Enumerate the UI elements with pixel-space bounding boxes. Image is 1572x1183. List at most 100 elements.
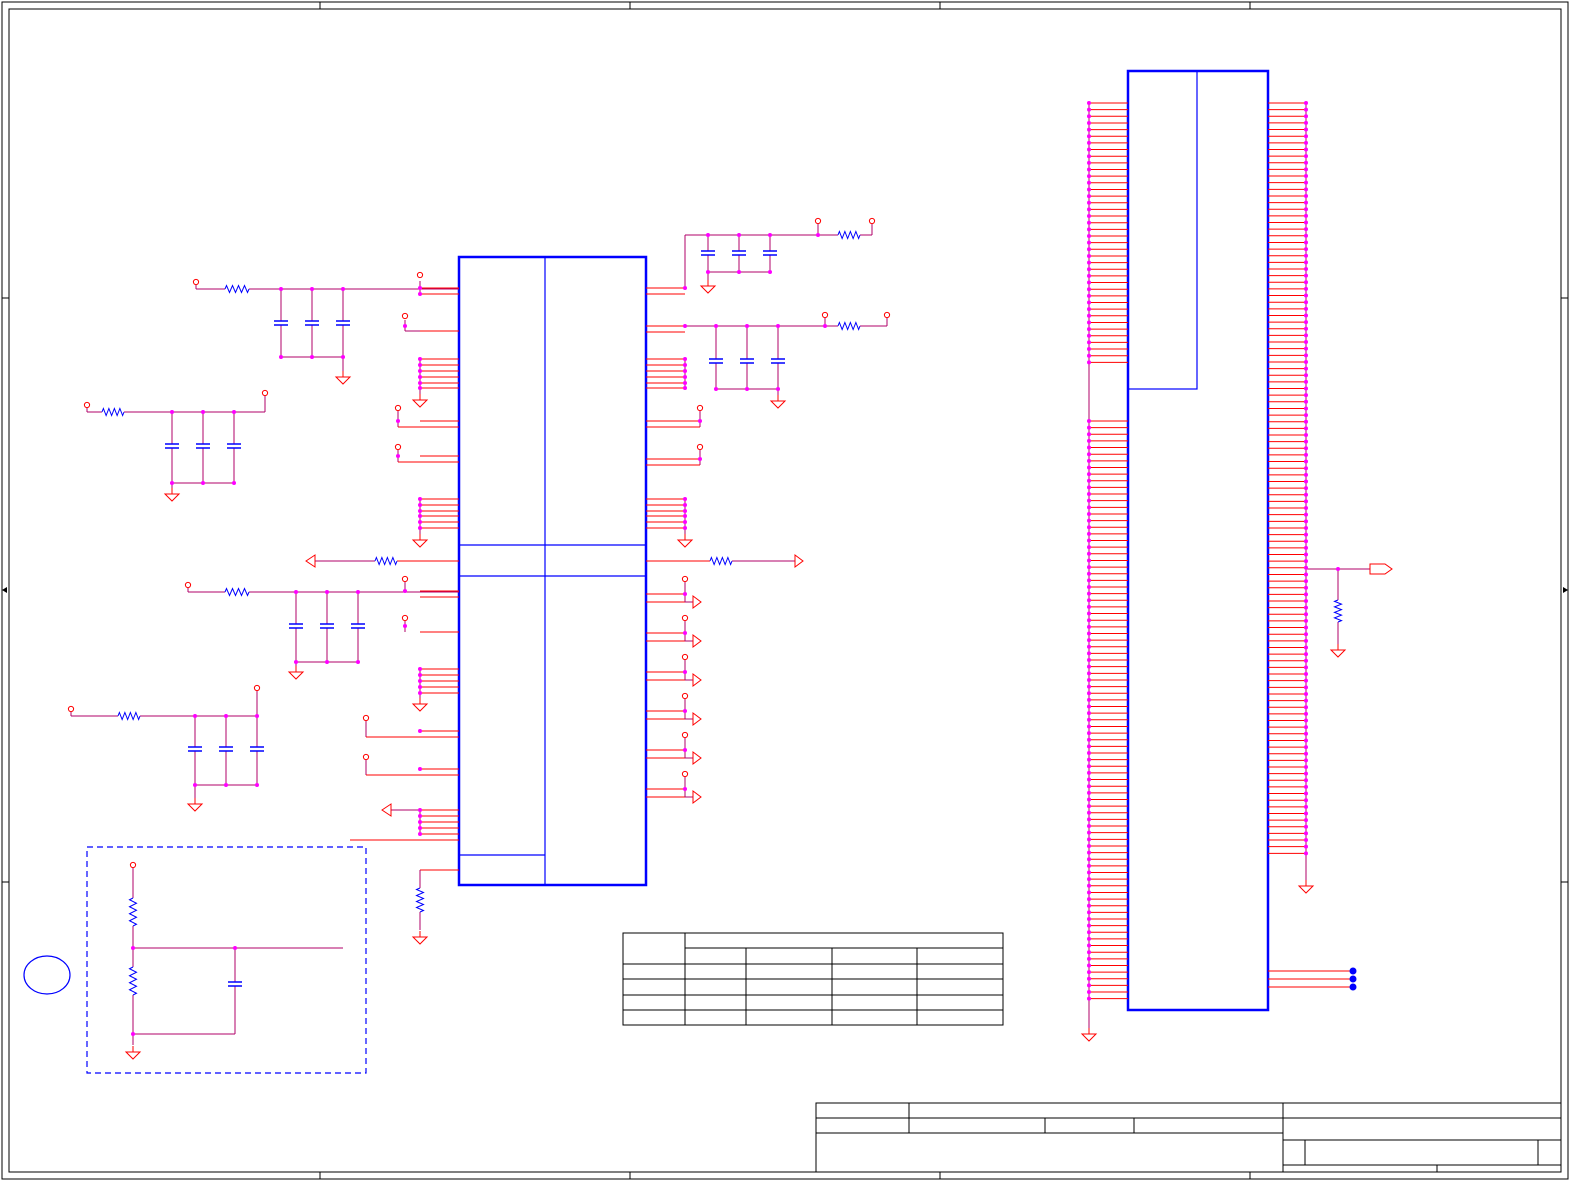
ground-symbol [411,539,429,548]
junction-dot [1087,751,1091,755]
junction-dot [1087,160,1091,165]
junction-dot [1304,413,1308,418]
junction-dot [341,355,345,359]
junction-dot [418,381,422,385]
power-terminal [83,401,91,409]
junction-dot [683,592,687,596]
junction-dot [1087,843,1091,848]
junction-dot [418,509,422,513]
junction-dot [310,287,314,291]
config-table [622,932,1004,1026]
junction-dot [1087,717,1091,722]
junction-dot [1304,559,1308,564]
junction-dot [418,826,422,830]
connector-ic-body [1126,69,1270,1012]
junction-dot [1087,347,1091,352]
junction-dot [706,270,710,274]
junction-dot [1304,459,1308,464]
junction-dot [1087,531,1091,536]
junction-dot [1304,778,1308,783]
power-terminal [261,389,269,397]
junction-dot [683,286,687,290]
junction-dot [1304,678,1308,683]
ground-symbol [1080,1033,1098,1042]
junction-dot [1087,585,1091,589]
junction-dot [1304,187,1308,192]
ground-symbol [411,936,429,945]
power-terminal [401,312,409,320]
junction-dot [1304,114,1308,119]
junction-dot [1087,870,1091,875]
junction-dot [1087,724,1091,729]
power-terminal [401,614,409,622]
junction-dot [1087,863,1091,868]
junction-dot [1087,996,1091,1001]
junction-dot [683,526,687,530]
junction-dot [356,590,360,594]
junction-dot [1087,167,1091,172]
junction-dot [1304,599,1308,603]
junction-dot [1304,745,1308,750]
junction-dot [1304,771,1308,776]
junction-dot [1304,346,1308,351]
junction-dot [1087,518,1091,523]
ground-symbol [287,671,305,680]
offpage-flag [692,751,702,765]
resistor [117,711,141,721]
junction-dot [418,820,422,824]
junction-dot [418,363,422,367]
junction-dot [403,624,407,628]
junction-dot [1304,658,1308,663]
junction-dot [1304,399,1308,404]
junction-dot [1087,220,1091,225]
junction-dot [1087,180,1091,185]
junction-dot [1304,120,1308,125]
power-terminal [192,278,200,286]
junction-dot [418,679,422,683]
junction-dot [1304,134,1308,139]
junction-dot [1304,174,1308,179]
junction-dot [1304,731,1308,736]
junction-dot [1087,340,1091,345]
junction-dot [1087,797,1091,802]
junction-dot [1304,313,1308,318]
junction-dot [1087,897,1091,902]
junction-dot [1304,565,1308,570]
power-terminal [253,684,261,692]
junction-dot [1304,439,1308,444]
junction-dot [714,324,718,328]
junction-dot [1087,923,1091,928]
power-terminal [129,861,137,869]
passive-components [101,230,1343,996]
junction-dot [683,381,687,385]
power-terminal [681,575,689,583]
junction-dot [1304,240,1308,245]
junction-dot [255,783,259,787]
junction-dot [1087,438,1091,443]
junction-dot [418,667,422,671]
junction-dot [1087,631,1091,636]
junction-dot [418,369,422,373]
main-ic-body [457,255,648,887]
junction-dot [1087,267,1091,272]
resistor [1333,599,1343,623]
junction-dot [403,324,407,328]
junction-dot [1304,665,1308,670]
junction-dot [1087,551,1091,556]
junction-dot [310,355,314,359]
junction-dot [1304,585,1308,590]
junction-dot [1087,154,1091,159]
junction-dot [1087,320,1091,325]
schematic-sheet [1,1,1569,1180]
test-points [1349,967,1357,991]
junction-dot [1304,638,1308,643]
junction-dot [1304,286,1308,291]
junction-dot [224,783,228,787]
junction-dot [683,787,687,791]
junction-dot [1087,757,1091,762]
junction-dot [745,324,749,328]
junction-dot [1304,293,1308,298]
junction-dot [1304,140,1308,145]
junction-dot [1087,804,1091,809]
junction-dot [255,714,259,718]
